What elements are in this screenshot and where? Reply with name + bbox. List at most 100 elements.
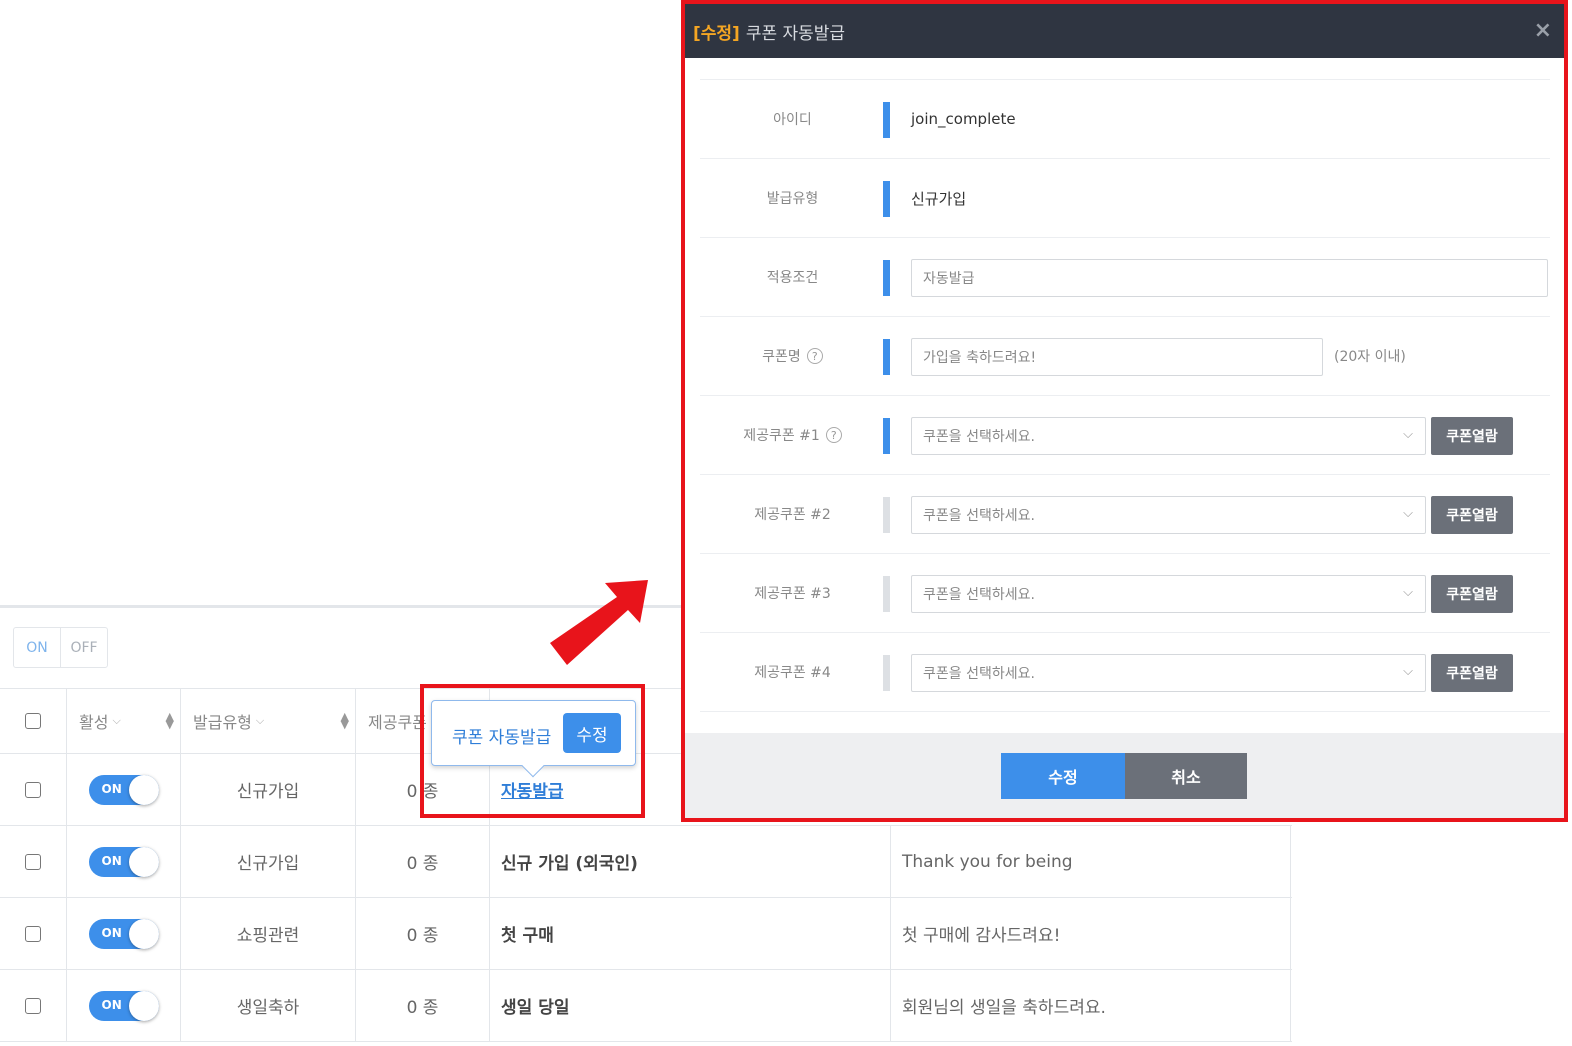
coupon-1-select[interactable]: 쿠폰을 선택하세요. ⌵ <box>911 417 1426 455</box>
required-bar <box>883 102 890 138</box>
filter-on-button[interactable]: ON <box>14 628 61 667</box>
coupon-form: 아이디 join_complete 발급유형 신규가입 적용조건 자동발급 쿠폰… <box>700 79 1550 712</box>
row-count: 0 종 <box>406 926 439 946</box>
row-checkbox[interactable] <box>25 781 41 798</box>
coupon-2-select[interactable]: 쿠폰을 선택하세요. ⌵ <box>911 496 1426 534</box>
coupon-name-input[interactable]: 가입을 축하드려요! <box>911 338 1323 376</box>
coupon-edit-modal: [수정] 쿠폰 자동발급 × 아이디 join_complete 발급유형 신규… <box>681 0 1568 822</box>
coupon-4-browse-button[interactable]: 쿠폰열람 <box>1431 654 1513 692</box>
header-type[interactable]: 발급유형 ⌵ ▲ ▼ <box>181 689 355 753</box>
row-type: 쇼핑관련 <box>236 926 300 946</box>
row-message: 회원님의 생일을 축하드려요. <box>902 998 1106 1018</box>
required-bar <box>883 260 890 296</box>
active-toggle[interactable]: ON <box>88 918 159 949</box>
row-type: 신규가입 <box>236 854 300 874</box>
row-checkbox[interactable] <box>25 925 41 942</box>
modal-tag: [수정] <box>693 23 740 44</box>
row-type: 신규가입 <box>236 782 300 802</box>
modal-footer: 수정 취소 <box>685 733 1564 818</box>
header-active-label: 활성 <box>79 713 109 732</box>
required-bar <box>883 418 890 454</box>
id-value: join_complete <box>911 110 1016 128</box>
field-row-condition: 적용조건 자동발급 <box>700 238 1550 317</box>
help-icon[interactable]: ? <box>806 348 823 364</box>
coupon-3-browse-button[interactable]: 쿠폰열람 <box>1431 575 1513 613</box>
row-checkbox[interactable] <box>25 997 41 1014</box>
on-off-filter: ON OFF <box>13 627 108 668</box>
row-name[interactable]: 생일 당일 <box>490 970 890 1041</box>
active-toggle[interactable]: ON <box>88 990 159 1021</box>
row-type: 생일축하 <box>236 998 300 1018</box>
optional-bar <box>883 655 890 691</box>
coupon-1-browse-button[interactable]: 쿠폰열람 <box>1431 417 1513 455</box>
coupon-1-placeholder: 쿠폰을 선택하세요. <box>923 429 1035 445</box>
field-row-coupon-3: 제공쿠폰 #3 쿠폰을 선택하세요. ⌵ 쿠폰열람 <box>700 554 1550 633</box>
row-checkbox[interactable] <box>25 853 41 870</box>
sort-icon[interactable]: ▲ ▼ <box>341 711 349 730</box>
row-count: 0 종 <box>406 854 439 874</box>
table-row: ON 생일축하 0 종 생일 당일 회원님의 생일을 축하드려요. <box>0 970 1292 1042</box>
coupon-1-label: 제공쿠폰 #1 <box>743 428 820 444</box>
tooltip-text: 쿠폰 자동발급 <box>452 728 552 748</box>
chevron-down-icon: ⌵ <box>1403 506 1413 521</box>
edit-tooltip: 쿠폰 자동발급 수정 <box>431 700 636 778</box>
id-label: 아이디 <box>773 112 812 128</box>
select-all-checkbox[interactable] <box>25 713 41 729</box>
cancel-button[interactable]: 취소 <box>1125 753 1247 799</box>
coupon-3-placeholder: 쿠폰을 선택하세요. <box>923 587 1035 603</box>
chevron-down-icon: ⌵ <box>255 714 265 727</box>
coupon-name-hint: (20자 이내) <box>1334 349 1406 365</box>
table-row: ON 신규가입 0 종 신규 가입 (외국인) Thank you for be… <box>0 826 1292 898</box>
required-bar <box>883 181 890 217</box>
condition-input[interactable]: 자동발급 <box>911 259 1548 297</box>
submit-button[interactable]: 수정 <box>1001 753 1125 799</box>
pointer-arrow-icon <box>550 580 648 665</box>
filter-off-button[interactable]: OFF <box>61 628 107 667</box>
close-icon[interactable]: × <box>1534 18 1552 43</box>
coupon-3-select[interactable]: 쿠폰을 선택하세요. ⌵ <box>911 575 1426 613</box>
chevron-down-icon: ⌵ <box>1403 427 1413 442</box>
required-bar <box>883 339 890 375</box>
coupon-name-label-wrap: 쿠폰명 ? <box>700 317 885 395</box>
help-icon[interactable]: ? <box>825 427 842 443</box>
row-message: Thank you for being <box>902 851 1073 872</box>
field-row-coupon-name: 쿠폰명 ? 가입을 축하드려요! (20자 이내) <box>700 317 1550 396</box>
coupon-name-label: 쿠폰명 <box>762 349 801 365</box>
row-name[interactable]: 신규 가입 (외국인) <box>490 826 890 897</box>
active-toggle[interactable]: ON <box>88 846 159 877</box>
field-row-coupon-2: 제공쿠폰 #2 쿠폰을 선택하세요. ⌵ 쿠폰열람 <box>700 475 1550 554</box>
active-toggle[interactable]: ON <box>88 774 159 805</box>
chevron-down-icon: ⌵ <box>112 714 121 727</box>
row-name-link[interactable]: 자동발급 <box>501 777 564 802</box>
header-count-label: 제공쿠폰 <box>368 713 427 732</box>
coupon-1-label-wrap: 제공쿠폰 #1 ? <box>700 396 885 474</box>
field-row-id: 아이디 join_complete <box>700 80 1550 159</box>
row-name[interactable]: 첫 구매 <box>490 898 890 969</box>
coupon-3-label: 제공쿠폰 #3 <box>754 586 831 602</box>
sort-icon[interactable]: ▲ ▼ <box>166 711 174 730</box>
optional-bar <box>883 497 890 533</box>
chevron-down-icon: ⌵ <box>1403 585 1413 600</box>
modal-title: 쿠폰 자동발급 <box>745 23 846 44</box>
row-message: 첫 구매에 감사드려요! <box>902 926 1061 946</box>
coupon-2-label: 제공쿠폰 #2 <box>754 507 831 523</box>
row-count: 0 종 <box>406 998 439 1018</box>
condition-label: 적용조건 <box>766 270 819 286</box>
header-type-label: 발급유형 <box>193 713 252 732</box>
field-row-coupon-4: 제공쿠폰 #4 쿠폰을 선택하세요. ⌵ 쿠폰열람 <box>700 633 1550 712</box>
coupon-4-select[interactable]: 쿠폰을 선택하세요. ⌵ <box>911 654 1426 692</box>
modal-header: [수정] 쿠폰 자동발급 × <box>685 4 1564 58</box>
coupon-4-label: 제공쿠폰 #4 <box>754 665 831 681</box>
coupon-4-placeholder: 쿠폰을 선택하세요. <box>923 666 1035 682</box>
field-row-coupon-1: 제공쿠폰 #1 ? 쿠폰을 선택하세요. ⌵ 쿠폰열람 <box>700 396 1550 475</box>
chevron-down-icon: ⌵ <box>1403 664 1413 679</box>
header-active[interactable]: 활성 ⌵ ▲ ▼ <box>67 689 180 753</box>
optional-bar <box>883 576 890 612</box>
select-all-cell <box>0 689 66 753</box>
type-label: 발급유형 <box>766 191 819 207</box>
field-row-type: 발급유형 신규가입 <box>700 159 1550 238</box>
tooltip-edit-button[interactable]: 수정 <box>563 713 621 753</box>
type-value: 신규가입 <box>911 189 967 208</box>
coupon-2-browse-button[interactable]: 쿠폰열람 <box>1431 496 1513 534</box>
coupon-2-placeholder: 쿠폰을 선택하세요. <box>923 508 1035 524</box>
